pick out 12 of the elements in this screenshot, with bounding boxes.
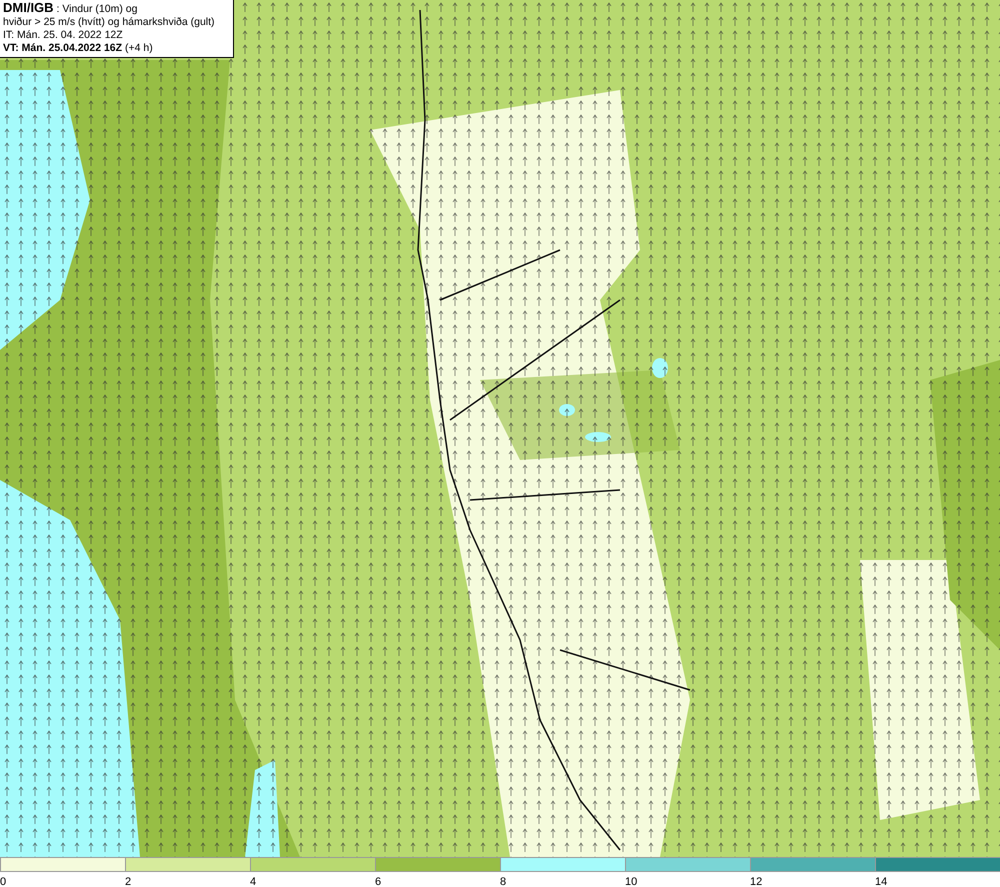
legend-tick-label: 10 xyxy=(625,876,638,887)
legend-tick-label: 4 xyxy=(250,876,256,887)
info-line: hviður > 25 m/s (hvítt) og hámarkshviða (gult) xyxy=(3,16,216,29)
legend-tick-label: 12 xyxy=(750,876,762,887)
info-line: DMI/IGB : Vindur (10m) og xyxy=(3,1,138,16)
legend-tick-label: 8 xyxy=(500,876,506,887)
legend-tick-label: 14 xyxy=(875,876,888,887)
legend-tick-label: 6 xyxy=(375,876,382,887)
legend-tick-label: 0 xyxy=(0,876,6,887)
legend-tick-label: 2 xyxy=(125,876,132,887)
info-line: IT: Mán. 25. 04. 2022 12Z xyxy=(3,29,124,42)
info-line: VT: Mán. 25.04.2022 16Z (+4 h) xyxy=(3,42,154,55)
